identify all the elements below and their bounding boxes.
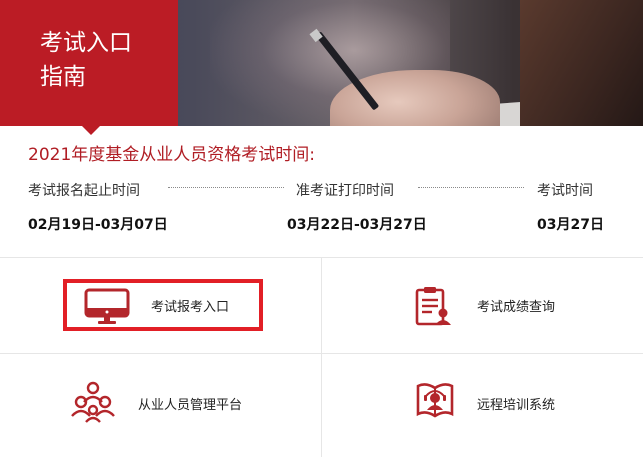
online-training-icon <box>414 380 456 424</box>
schedule-date-admission-ticket: 03月22日-03月27日 <box>287 217 427 233</box>
highlight-frame <box>63 279 263 331</box>
exam-score-query-entry[interactable]: 考试成绩查询 <box>322 258 643 353</box>
practitioner-management-platform-entry[interactable]: 从业人员管理平台 <box>0 354 321 457</box>
report-icon <box>414 286 454 332</box>
schedule-label-registration: 考试报名起止时间 <box>28 183 140 199</box>
schedule-date-registration: 02月19日-03月07日 <box>28 217 168 233</box>
exam-schedule-heading: 2021年度基金从业人员资格考试时间: <box>28 145 315 165</box>
banner-title-line2: 指南 <box>40 64 86 90</box>
dotted-leader <box>418 187 524 188</box>
online-training-system-entry[interactable]: 远程培训系统 <box>322 354 643 457</box>
schedule-date-exam: 03月27日 <box>537 217 604 233</box>
people-group-icon <box>70 380 116 428</box>
banner-title-box: 考试入口 指南 <box>0 0 178 126</box>
dotted-leader <box>168 187 284 188</box>
title-notch <box>82 126 100 135</box>
tile-label: 考试成绩查询 <box>477 300 556 315</box>
tile-label: 从业人员管理平台 <box>138 398 243 413</box>
banner-title-line1: 考试入口 <box>40 30 132 56</box>
schedule-label-exam: 考试时间 <box>537 183 593 199</box>
schedule-label-admission-ticket: 准考证打印时间 <box>296 183 394 199</box>
tile-label: 远程培训系统 <box>477 398 556 413</box>
